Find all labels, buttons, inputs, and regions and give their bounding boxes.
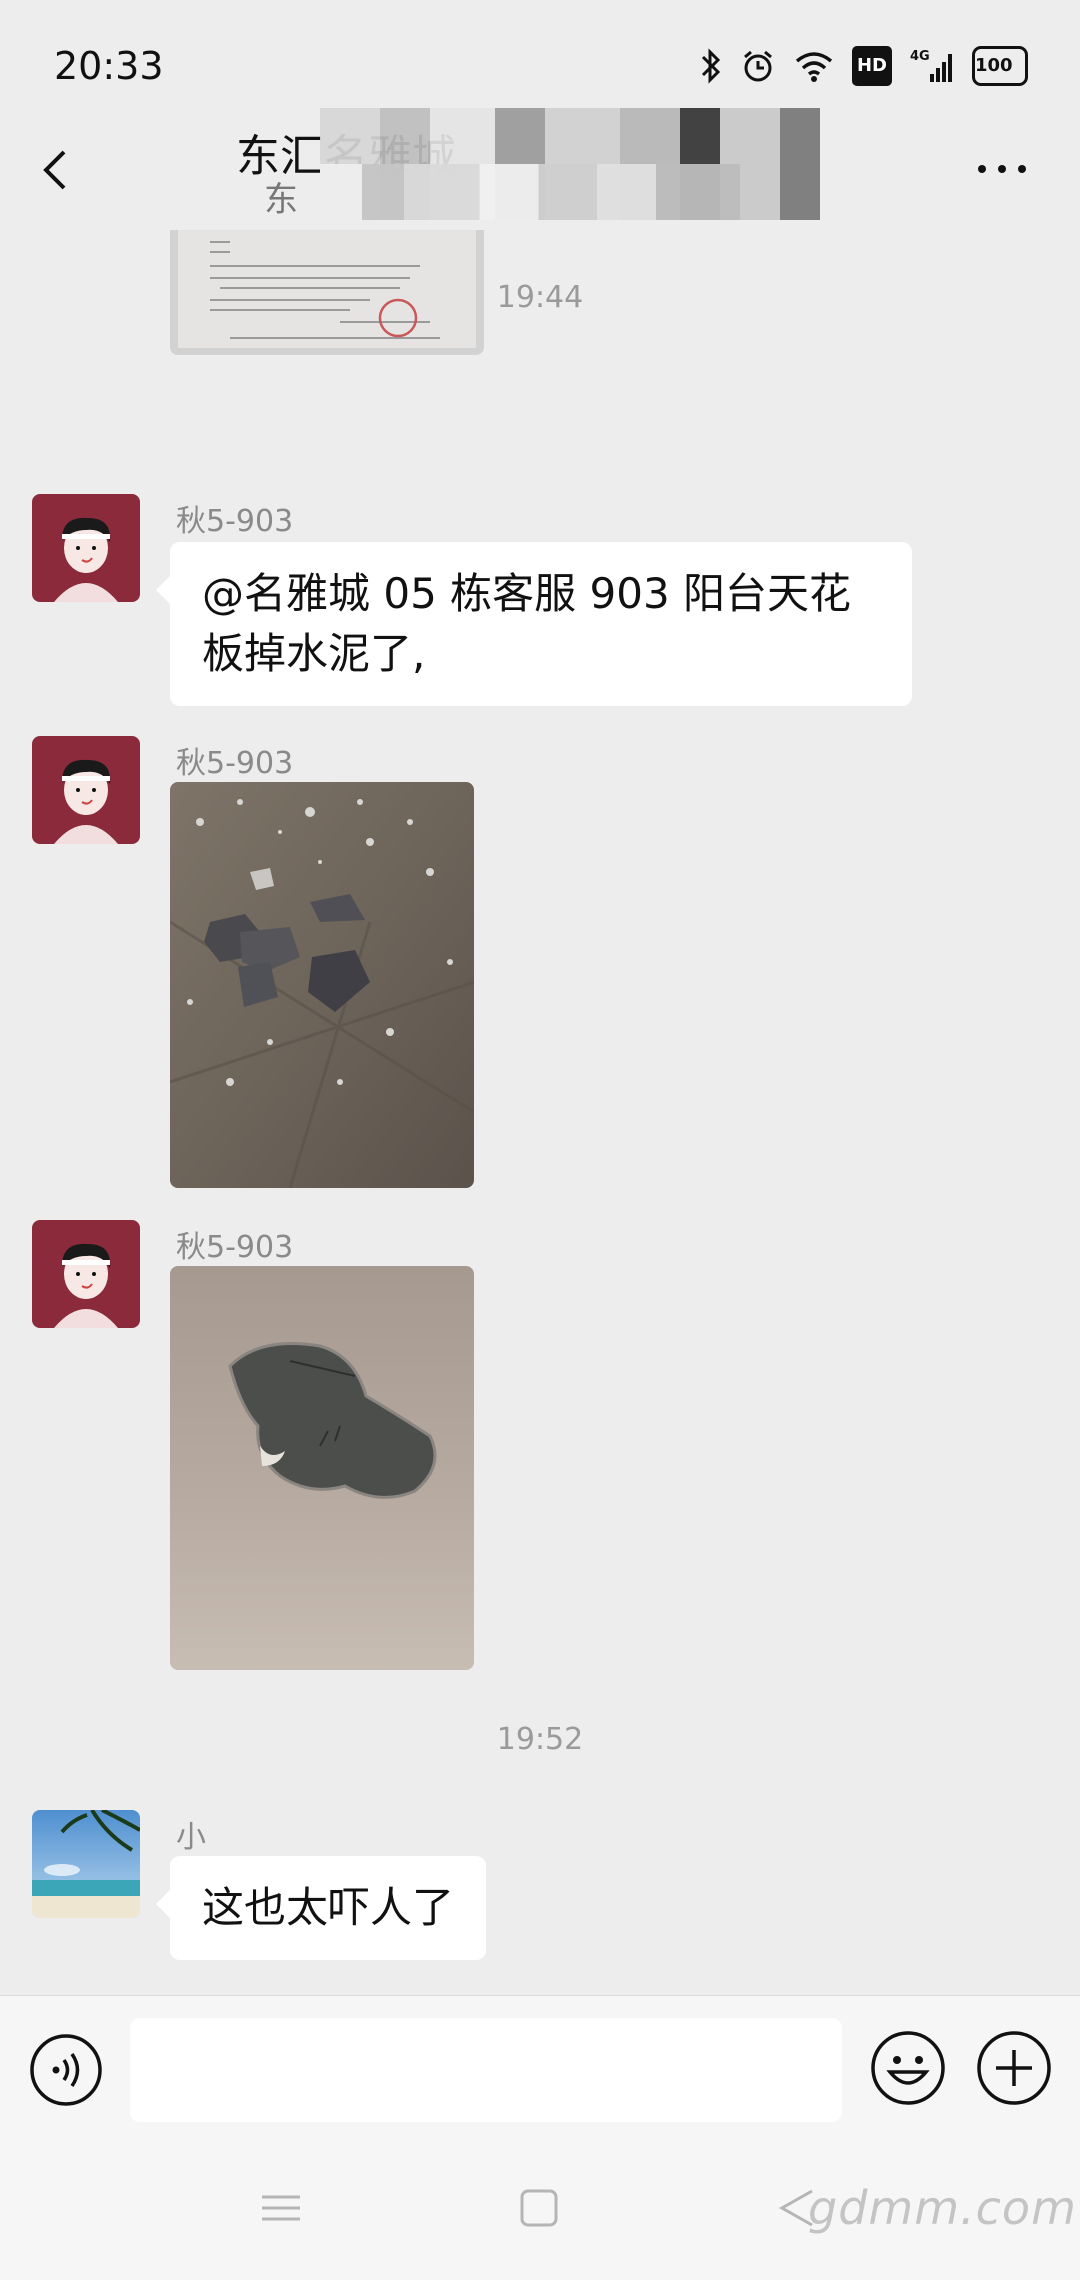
status-icons: HD 4G 100 — [700, 44, 1028, 88]
home-button[interactable] — [514, 2183, 564, 2233]
home-icon — [520, 2189, 558, 2227]
smiley-icon — [871, 2031, 945, 2105]
message-text: 板掉水泥了, — [202, 629, 426, 678]
more-button[interactable] — [974, 154, 1030, 184]
message-text: @名雅城 05 栋客服 903 阳台天花 — [202, 569, 852, 618]
sender-name: 秋5-903 — [176, 746, 294, 781]
signal-icon: 4G — [910, 46, 954, 86]
watermark: gdmm.com — [808, 2181, 1077, 2235]
wifi-icon — [794, 46, 834, 86]
redaction-mosaic — [320, 164, 740, 220]
avatar[interactable] — [32, 494, 140, 602]
message-text: 这也太吓人了 — [202, 1883, 455, 1932]
photo-message[interactable] — [170, 1266, 474, 1670]
message-bubble[interactable]: 这也太吓人了 — [155, 1856, 487, 1960]
voice-button[interactable] — [28, 2032, 104, 2108]
menu-button[interactable] — [256, 2183, 306, 2233]
chat-subtitle: 东 — [264, 180, 298, 220]
alarm-icon — [740, 46, 776, 86]
avatar[interactable] — [32, 1220, 140, 1328]
menu-icon — [262, 2195, 300, 2221]
message-list[interactable]: 19:44 秋5-903 @名雅城 05 栋客服 903 阳台天花 板掉水泥了,… — [0, 230, 1080, 1995]
sender-name: 秋5-903 — [176, 1230, 294, 1265]
more-actions-button[interactable] — [974, 2028, 1054, 2108]
more-icon — [978, 165, 1026, 173]
voice-icon — [30, 2034, 102, 2106]
message-input[interactable] — [130, 2018, 842, 2122]
status-bar: 20:33 HD 4G 100 — [0, 0, 1080, 120]
hd-icon: HD — [851, 46, 892, 86]
chevron-left-icon — [43, 150, 66, 190]
emoji-button[interactable] — [868, 2028, 948, 2108]
chat-header: 东汇名雅城 东 — [0, 108, 1080, 230]
avatar[interactable] — [32, 736, 140, 844]
plus-icon — [977, 2031, 1051, 2105]
input-bar — [0, 1995, 1080, 2135]
network-type-label: 4G — [910, 49, 930, 64]
message-bubble[interactable]: @名雅城 05 栋客服 903 阳台天花 板掉水泥了, — [156, 542, 912, 706]
avatar[interactable] — [32, 1810, 140, 1918]
system-navigation-bar: gdmm.com — [0, 2135, 1080, 2280]
status-time: 20:33 — [54, 44, 164, 88]
photo-message[interactable] — [170, 782, 474, 1188]
sender-name: 秋5-903 — [176, 504, 294, 539]
bluetooth-icon — [700, 46, 722, 86]
sender-name: 小 — [176, 1820, 206, 1855]
timestamp: 19:52 — [496, 1722, 584, 1757]
battery-icon: 100 — [972, 46, 1028, 86]
back-button[interactable] — [30, 134, 90, 204]
timestamp: 19:44 — [496, 280, 584, 315]
